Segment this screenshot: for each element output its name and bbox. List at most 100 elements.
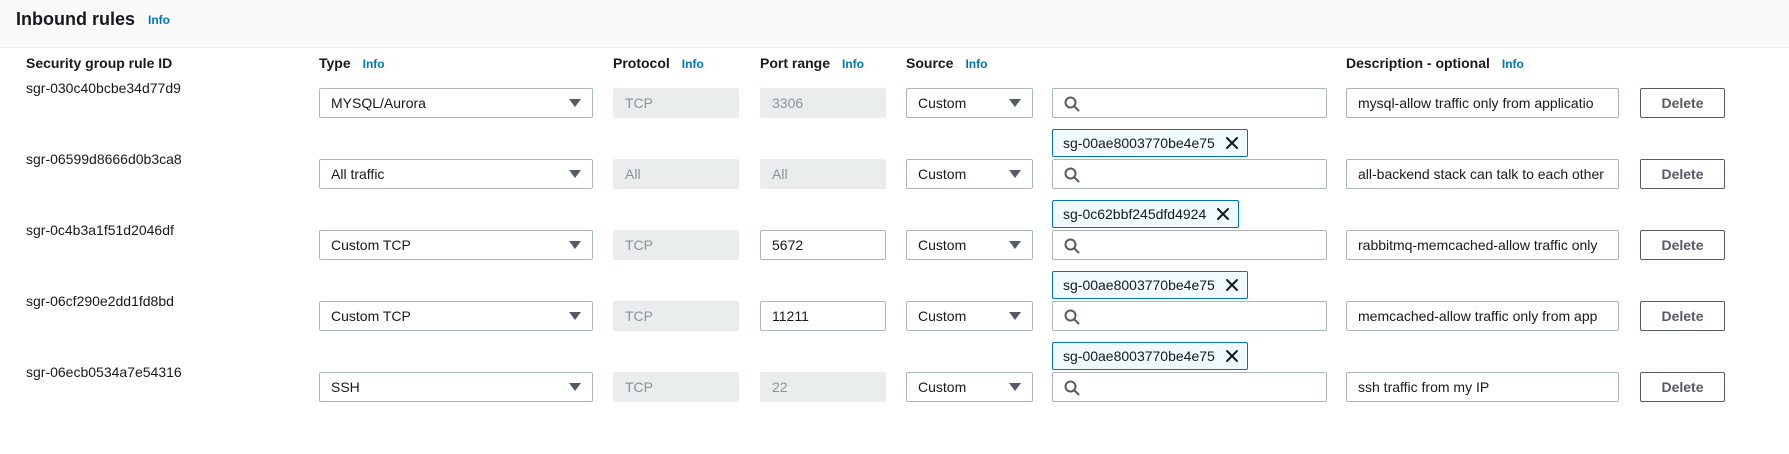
type-select-value: MYSQL/Aurora [331,95,426,111]
column-header-label: Port range [760,55,831,71]
description-input[interactable]: ssh traffic from my IP [1346,372,1619,402]
source-search-input[interactable] [1052,159,1327,189]
search-icon [1064,167,1080,183]
source-select[interactable]: Custom [906,230,1033,260]
port-range-field: 3306 [760,88,886,118]
column-header-source: Source Info [906,55,987,71]
type-select[interactable]: All traffic [319,159,593,189]
source-token-label: sg-00ae8003770be4e75 [1063,348,1215,364]
description-input[interactable]: rabbitmq-memcached-allow traffic only [1346,230,1619,260]
type-select[interactable]: Custom TCP [319,230,593,260]
rule-row: sgr-06cf290e2dd1fd8bd Custom TCP TCP 112… [0,293,1789,373]
close-icon[interactable] [1216,207,1230,221]
delete-button[interactable]: Delete [1640,159,1725,189]
delete-button[interactable]: Delete [1640,230,1725,260]
delete-button[interactable]: Delete [1640,301,1725,331]
source-info-link[interactable]: Info [965,57,987,71]
description-value: mysql-allow traffic only from applicatio [1358,95,1594,111]
source-search-input[interactable] [1052,230,1327,260]
rule-row: sgr-06ecb0534a7e54316 SSH TCP 22 Custom … [0,364,1789,444]
column-header-protocol: Protocol Info [613,55,704,71]
protocol-value: TCP [625,237,653,253]
description-value: all-backend stack can talk to each other [1358,166,1604,182]
type-info-link[interactable]: Info [363,57,385,71]
rule-id: sgr-030c40bcbe34d77d9 [26,80,181,96]
close-icon[interactable] [1225,136,1239,150]
column-header-rule-id: Security group rule ID [26,55,172,71]
port-range-value: 22 [772,379,788,395]
column-header-type: Type Info [319,55,385,71]
caret-down-icon [569,383,581,391]
port-range-info-link[interactable]: Info [842,57,864,71]
source-select-value: Custom [918,308,967,324]
column-header-label: Security group rule ID [26,55,173,71]
description-value: rabbitmq-memcached-allow traffic only [1358,237,1598,253]
port-range-value: 5672 [772,237,804,253]
column-header-label: Source [906,55,954,71]
column-header-label: Type [319,55,351,71]
delete-button[interactable]: Delete [1640,88,1725,118]
source-select[interactable]: Custom [906,88,1033,118]
source-select[interactable]: Custom [906,159,1033,189]
search-icon [1064,238,1080,254]
type-select-value: SSH [331,379,360,395]
description-input[interactable]: memcached-allow traffic only from app [1346,301,1619,331]
close-icon[interactable] [1225,349,1239,363]
description-input[interactable]: mysql-allow traffic only from applicatio [1346,88,1619,118]
caret-down-icon [1009,99,1021,107]
type-select-value: Custom TCP [331,237,411,253]
protocol-field: All [613,159,739,189]
port-range-field: All [760,159,886,189]
close-icon[interactable] [1225,278,1239,292]
protocol-field: TCP [613,301,739,331]
port-range-value: 11211 [772,308,809,324]
rule-id: sgr-06ecb0534a7e54316 [26,364,182,380]
column-header-description: Description - optional Info [1346,55,1524,71]
column-header-label: Description - optional [1346,55,1490,71]
caret-down-icon [1009,170,1021,178]
description-info-link[interactable]: Info [1502,57,1524,71]
rule-row: sgr-06599d8666d0b3ca8 All traffic All Al… [0,151,1789,231]
port-range-field[interactable]: 11211 [760,301,886,331]
protocol-info-link[interactable]: Info [682,57,704,71]
source-token-label: sg-0c62bbf245dfd4924 [1063,206,1207,222]
source-select-value: Custom [918,166,967,182]
protocol-value: TCP [625,308,653,324]
rule-id: sgr-0c4b3a1f51d2046df [26,222,174,238]
type-select[interactable]: Custom TCP [319,301,593,331]
caret-down-icon [1009,312,1021,320]
protocol-field: TCP [613,372,739,402]
port-range-field[interactable]: 5672 [760,230,886,260]
protocol-value: TCP [625,379,653,395]
description-value: ssh traffic from my IP [1358,379,1490,395]
type-select[interactable]: MYSQL/Aurora [319,88,593,118]
caret-down-icon [569,312,581,320]
caret-down-icon [569,99,581,107]
source-search-input[interactable] [1052,372,1327,402]
delete-button[interactable]: Delete [1640,372,1725,402]
rule-id: sgr-06cf290e2dd1fd8bd [26,293,174,309]
source-search-input[interactable] [1052,301,1327,331]
search-icon [1064,96,1080,112]
port-range-value: 3306 [772,95,804,111]
type-select[interactable]: SSH [319,372,593,402]
port-range-value: All [772,166,788,182]
source-select[interactable]: Custom [906,372,1033,402]
source-select[interactable]: Custom [906,301,1033,331]
title-info-link[interactable]: Info [148,13,170,27]
source-search-input[interactable] [1052,88,1327,118]
source-select-value: Custom [918,95,967,111]
column-header-label: Protocol [613,55,670,71]
description-input[interactable]: all-backend stack can talk to each other [1346,159,1619,189]
port-range-field: 22 [760,372,886,402]
caret-down-icon [569,241,581,249]
protocol-field: TCP [613,88,739,118]
page-title: Inbound rules [16,9,135,29]
description-value: memcached-allow traffic only from app [1358,308,1598,324]
protocol-value: TCP [625,95,653,111]
search-icon [1064,309,1080,325]
rule-row: sgr-0c4b3a1f51d2046df Custom TCP TCP 567… [0,222,1789,302]
source-select-value: Custom [918,237,967,253]
source-select-value: Custom [918,379,967,395]
caret-down-icon [1009,383,1021,391]
